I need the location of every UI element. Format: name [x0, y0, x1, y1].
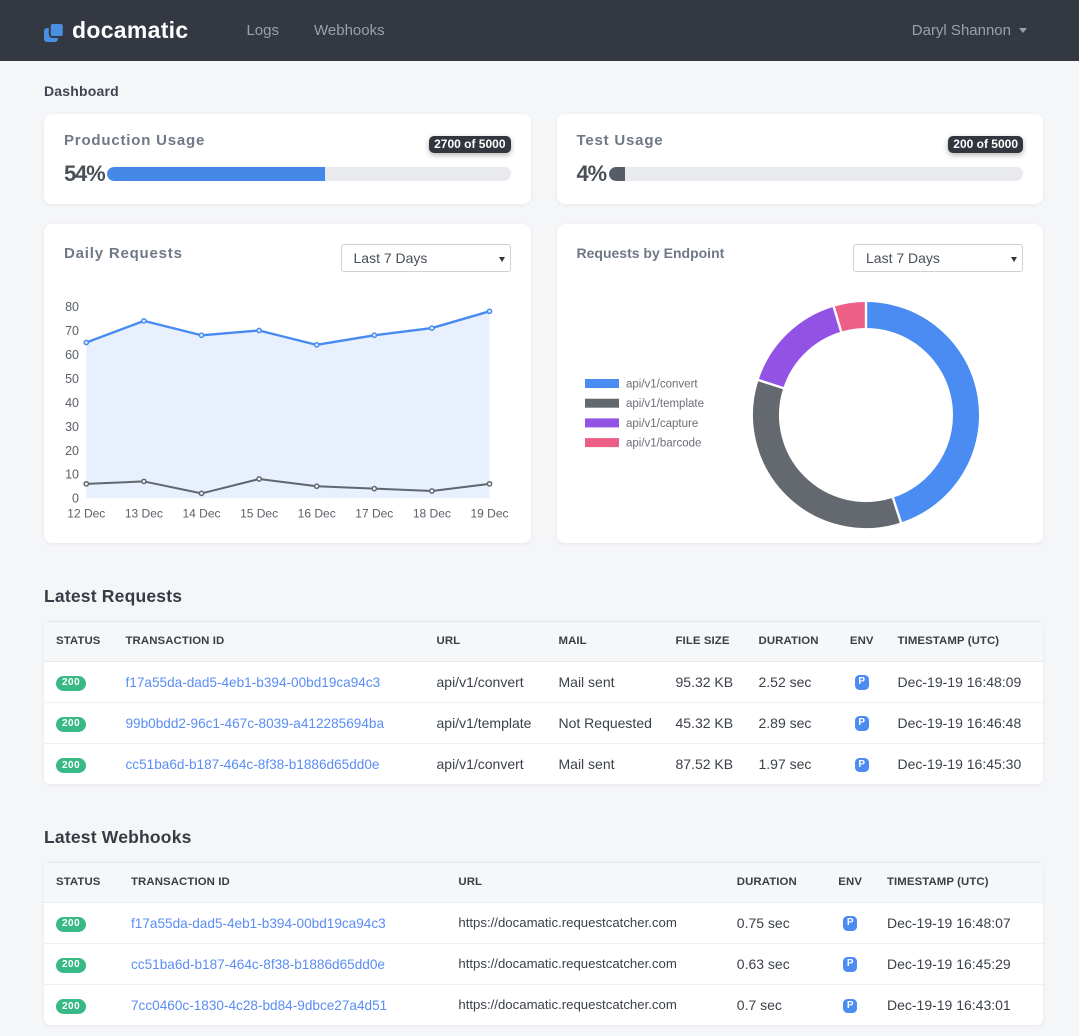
svg-text:17 Dec: 17 Dec [355, 507, 393, 521]
svg-text:60: 60 [65, 348, 79, 362]
svg-text:12 Dec: 12 Dec [67, 507, 105, 521]
svg-text:50: 50 [65, 372, 79, 386]
svg-text:80: 80 [65, 300, 79, 314]
svg-text:19 Dec: 19 Dec [470, 507, 508, 521]
svg-text:api/v1/convert: api/v1/convert [626, 379, 698, 391]
svg-text:10: 10 [65, 468, 79, 482]
svg-text:16 Dec: 16 Dec [298, 507, 336, 521]
svg-text:18 Dec: 18 Dec [413, 507, 451, 521]
svg-text:70: 70 [65, 324, 79, 338]
svg-text:api/v1/capture: api/v1/capture [626, 418, 698, 430]
svg-text:30: 30 [65, 420, 79, 434]
svg-text:13 Dec: 13 Dec [125, 507, 163, 521]
svg-text:api/v1/template: api/v1/template [626, 398, 704, 410]
svg-text:40: 40 [65, 396, 79, 410]
svg-text:api/v1/barcode: api/v1/barcode [626, 438, 701, 450]
svg-text:20: 20 [65, 444, 79, 458]
svg-text:14 Dec: 14 Dec [182, 507, 220, 521]
svg-text:15 Dec: 15 Dec [240, 507, 278, 521]
svg-text:0: 0 [72, 492, 79, 506]
